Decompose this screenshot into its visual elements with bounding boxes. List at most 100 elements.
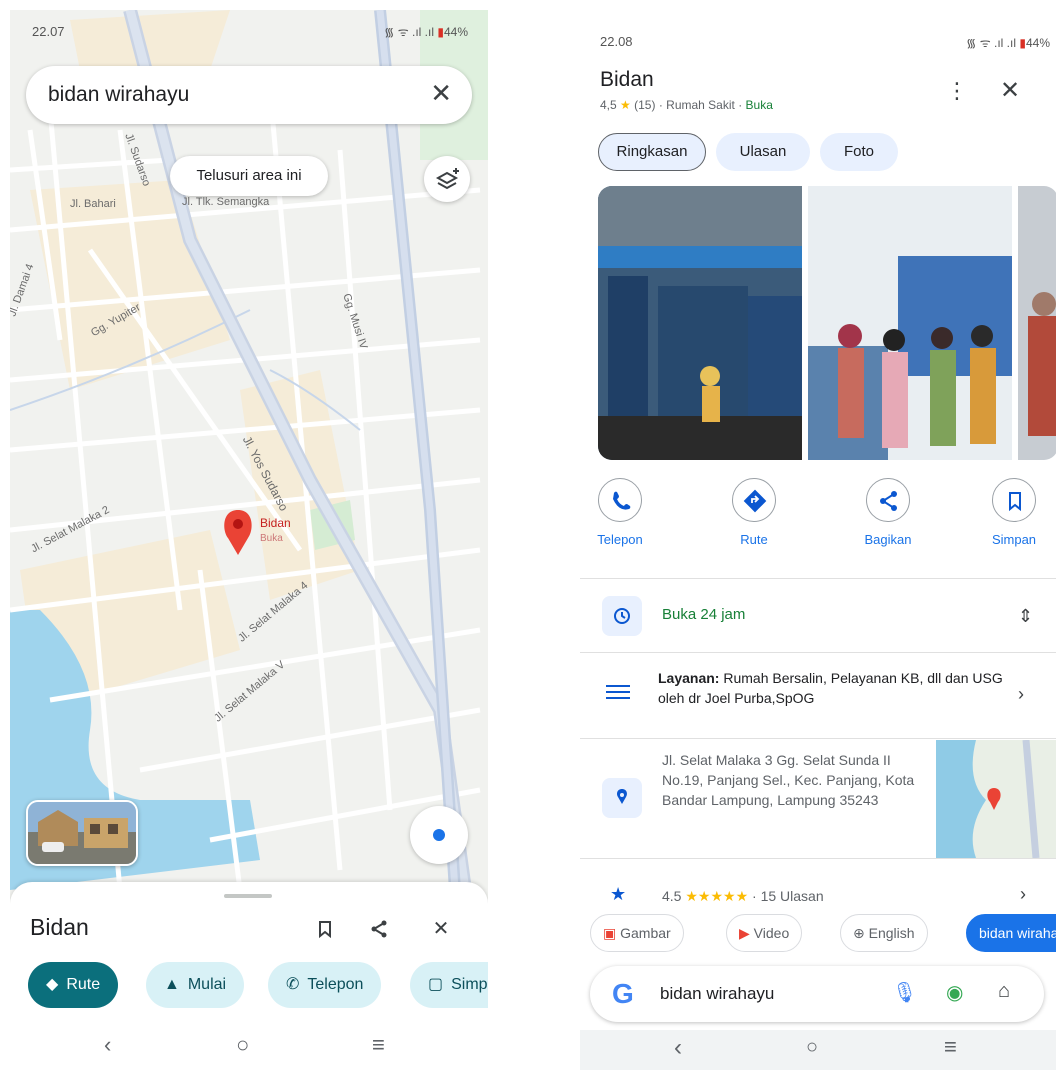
search-bar[interactable]: bidan wirahayu ✕ (26, 66, 472, 124)
phone-icon (598, 478, 642, 522)
place-title: Bidan (30, 914, 89, 940)
start-chip[interactable]: ▲ Mulai (146, 962, 245, 1008)
phone-icon: ✆ (286, 976, 300, 993)
close-icon[interactable]: ✕ (430, 78, 452, 109)
rating-value: 4,5 (600, 98, 617, 112)
video-chip[interactable]: ▶ Video (726, 914, 803, 952)
home-icon[interactable]: ○ (806, 1036, 818, 1059)
save-action[interactable]: Simpan (974, 478, 1054, 547)
battery-level: 44% (443, 25, 468, 39)
location-pin-icon (602, 778, 642, 818)
bookmark-icon[interactable] (308, 912, 342, 946)
recents-icon[interactable]: ≡ (944, 1034, 957, 1060)
action-label: Bagikan (864, 532, 912, 547)
street-view-image (28, 802, 136, 864)
address-text[interactable]: Jl. Selat Malaka 3 Gg. Selat Sunda II No… (662, 750, 922, 810)
services-label: Layanan: (658, 670, 720, 686)
pin-label[interactable]: Bidan Buka (260, 516, 291, 546)
bottom-sheet[interactable]: Bidan ✕ ◆Rute ▲Mulai ✆Telepon ▢Simpan ‹ … (10, 882, 488, 1070)
photo-carousel[interactable] (598, 186, 1056, 460)
close-icon[interactable]: ✕ (1000, 76, 1020, 105)
place-category: Rumah Sakit (666, 98, 735, 112)
share-icon[interactable] (362, 912, 396, 946)
place-name: Bidan (600, 68, 654, 91)
chip-label: Rute (66, 976, 101, 993)
review-count: 15 Ulasan (760, 888, 824, 904)
search-query[interactable]: bidan wirahayu (48, 83, 189, 107)
place-details-screen: 22.08 ᯾ ᯤ .ıl .ıl ▮44% Bidan 4,5 ★ (15) … (580, 12, 1056, 1070)
mini-map[interactable] (936, 740, 1056, 858)
signal-icons: ᯾ ᯤ .ıl .ıl (966, 36, 1017, 50)
status-icons: ᯾ ᯤ .ıl .ıl ▮44% (384, 23, 468, 40)
directions-icon: ◆ (46, 976, 59, 993)
street-label: Jl. Tlk. Semangka (182, 196, 270, 208)
divider (580, 858, 1056, 859)
photo-building[interactable] (598, 186, 802, 460)
microphone-icon[interactable]: 🎙 (892, 980, 917, 1005)
tab-reviews[interactable]: Ulasan (716, 133, 810, 171)
home-icon[interactable]: ○ (236, 1032, 249, 1058)
pin-status: Buka (260, 533, 283, 544)
status-time: 22.08 (600, 34, 633, 49)
call-chip[interactable]: ✆ Telepon (268, 962, 382, 1008)
photo-interior[interactable] (808, 186, 1012, 460)
services-row[interactable]: Layanan: Rumah Bersalin, Pelayanan KB, d… (658, 668, 1008, 708)
globe-icon: ⊕ (853, 925, 865, 941)
rating-stars: ★★★★★ (685, 888, 749, 904)
review-summary[interactable]: 4.5 ★★★★★ · 15 Ulasan (662, 888, 824, 905)
maps-screen: Jl. Bahari Jl. Tlk. Semangka Gg. Yupiter… (10, 10, 488, 1070)
chevron-right-icon[interactable]: › (1020, 884, 1026, 905)
directions-icon (732, 478, 776, 522)
battery-level: 44% (1025, 36, 1050, 50)
system-nav-bar: ‹ ○ ≡ (580, 1030, 1056, 1070)
save-chip[interactable]: ▢ Simpan (410, 962, 488, 1008)
tab-overview[interactable]: Ringkasan (598, 133, 706, 171)
signal-icons: ᯾ ᯤ .ıl .ıl (384, 25, 435, 39)
rating-value: 4.5 (662, 888, 682, 904)
status-time: 22.07 (32, 24, 65, 39)
query-chip[interactable]: bidan wirahayu (966, 914, 1056, 952)
battery-icon: ▮ (1019, 36, 1026, 50)
recents-icon[interactable]: ≡ (372, 1032, 385, 1058)
divider (580, 738, 1056, 739)
images-chip[interactable]: ▣ Gambar (590, 914, 684, 952)
search-this-area-button[interactable]: Telusuri area ini (170, 156, 328, 196)
share-icon (866, 478, 910, 522)
home-icon[interactable]: ⌂ (998, 980, 1010, 1003)
chip-label: Video (753, 925, 790, 941)
lens-icon[interactable]: ◉ (946, 980, 963, 1005)
navigation-arrow-icon: ▲ (164, 976, 180, 993)
call-action[interactable]: Telepon (580, 478, 660, 547)
photo-people[interactable] (1018, 186, 1056, 460)
bookmark-icon: ▢ (428, 976, 444, 993)
opening-hours[interactable]: Buka 24 jam (662, 606, 745, 623)
chip-label: Simpan (451, 976, 488, 993)
expand-icon[interactable]: ⇕ (1018, 606, 1033, 627)
status-icons: ᯾ ᯤ .ıl .ıl ▮44% (966, 34, 1050, 51)
chip-label: English (868, 925, 915, 941)
back-icon[interactable]: ‹ (674, 1034, 682, 1062)
tab-photos[interactable]: Foto (820, 133, 898, 171)
more-options-icon[interactable]: ⋮ (946, 78, 968, 104)
drag-handle[interactable] (224, 894, 272, 898)
divider (580, 578, 1056, 579)
place-meta: 4,5 ★ (15) · Rumah Sakit · Buka (600, 98, 773, 112)
divider (580, 652, 1056, 653)
share-action[interactable]: Bagikan (848, 478, 928, 547)
google-search-bar[interactable]: G bidan wirahayu 🎙 ◉ ⌂ (590, 966, 1044, 1022)
google-search-query[interactable]: bidan wirahayu (660, 984, 774, 1004)
my-location-button[interactable] (410, 806, 468, 864)
chevron-right-icon[interactable]: › (1018, 684, 1024, 705)
close-icon[interactable]: ✕ (424, 912, 458, 946)
directions-action[interactable]: Rute (714, 478, 794, 547)
back-icon[interactable]: ‹ (104, 1032, 111, 1058)
star-icon: ★ (610, 884, 627, 904)
layers-button[interactable] (424, 156, 470, 202)
chip-label: Mulai (187, 976, 227, 993)
language-chip[interactable]: ⊕ English (840, 914, 928, 952)
review-count[interactable]: (15) (634, 98, 655, 112)
clock-icon (602, 596, 642, 636)
directions-chip[interactable]: ◆ Rute (28, 962, 119, 1008)
services-icon (604, 682, 634, 707)
street-view-thumbnail[interactable] (26, 800, 138, 866)
